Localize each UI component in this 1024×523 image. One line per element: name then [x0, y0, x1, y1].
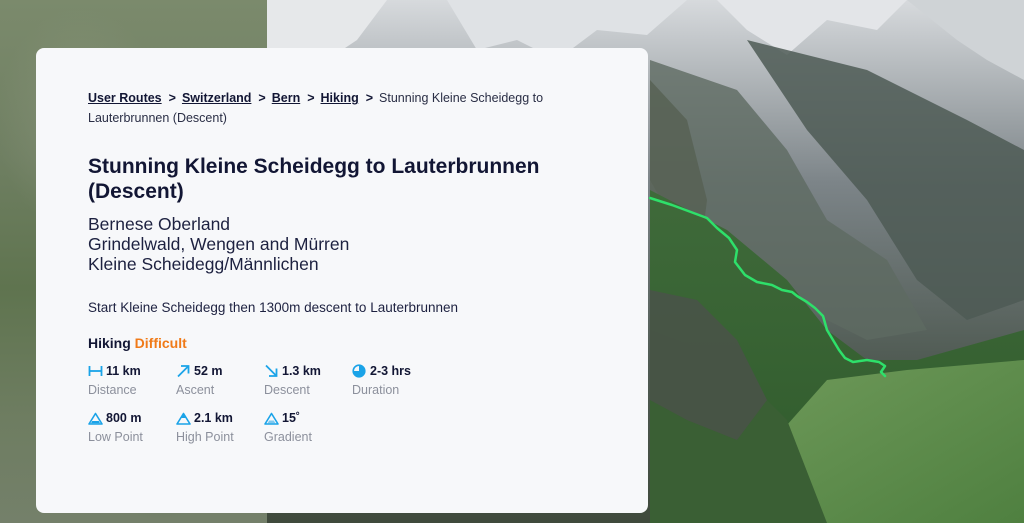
stat-label: Gradient	[264, 430, 312, 444]
high-point-icon	[176, 412, 191, 425]
gradient-icon	[264, 412, 279, 425]
breadcrumb-separator: >	[258, 91, 266, 105]
route-description: Start Kleine Scheidegg then 1300m descen…	[88, 300, 459, 315]
breadcrumb-switzerland[interactable]: Switzerland	[182, 91, 251, 105]
region-line: Grindelwald, Wengen and Mürren	[88, 234, 350, 254]
stat-value: 2-3 hrs	[370, 364, 411, 378]
breadcrumb-separator: >	[307, 91, 315, 105]
breadcrumb: User Routes > Switzerland > Bern > Hiking > Stun…	[88, 88, 578, 128]
stat-value: 2.1 km	[194, 411, 233, 425]
stat-label: Duration	[352, 383, 400, 397]
activity-type: Hiking	[88, 335, 131, 351]
breadcrumb-separator: >	[168, 91, 176, 105]
route-title: Stunning Kleine Scheidegg to Lauterbrunn…	[88, 155, 540, 203]
route-activity: Hiking Difficult	[88, 335, 596, 351]
route-regions: Bernese Oberland Grindelwald, Wengen and…	[88, 214, 596, 274]
descent-icon	[265, 364, 278, 377]
ascent-icon	[177, 365, 190, 378]
breadcrumb-separator: >	[365, 91, 374, 105]
stat-label: Distance	[88, 383, 137, 397]
breadcrumb-hiking[interactable]: Hiking	[321, 91, 359, 105]
stat-label: Low Point	[88, 430, 143, 444]
stat-value: 1.3 km	[282, 364, 321, 378]
region-line: Bernese Oberland	[88, 214, 231, 234]
stat-high-point: 2.1 km High Point	[176, 410, 264, 444]
difficulty-badge: Difficult	[134, 335, 187, 351]
map-scene[interactable]: User Routes > Switzerland > Bern > Hiking > Stun…	[0, 0, 1024, 523]
duration-icon	[352, 364, 366, 378]
stat-value: 15˚	[282, 411, 301, 425]
stat-value: 52 m	[194, 364, 223, 378]
region-line: Kleine Scheidegg/Männlichen	[88, 254, 319, 274]
stat-ascent: 52 m Ascent	[176, 363, 264, 397]
stat-low-point: 800 m Low Point	[88, 410, 176, 444]
stat-label: Descent	[264, 383, 310, 397]
stat-duration: 2-3 hrs Duration	[352, 363, 440, 397]
stat-value: 11 km	[106, 364, 141, 378]
breadcrumb-user-routes[interactable]: User Routes	[88, 91, 162, 105]
breadcrumb-bern[interactable]: Bern	[272, 91, 300, 105]
stat-label: High Point	[176, 430, 234, 444]
distance-icon	[88, 366, 103, 376]
stat-label: Ascent	[176, 383, 215, 397]
route-stats: 11 km Distance 52 m Ascent 1.3 km Descen…	[88, 363, 596, 444]
low-point-icon	[88, 412, 103, 425]
stat-descent: 1.3 km Descent	[264, 363, 352, 397]
route-info-card: User Routes > Switzerland > Bern > Hiking > Stun…	[36, 48, 648, 513]
stat-value: 800 m	[106, 411, 142, 425]
stat-distance: 11 km Distance	[88, 363, 176, 397]
stat-gradient: 15˚ Gradient	[264, 410, 352, 444]
